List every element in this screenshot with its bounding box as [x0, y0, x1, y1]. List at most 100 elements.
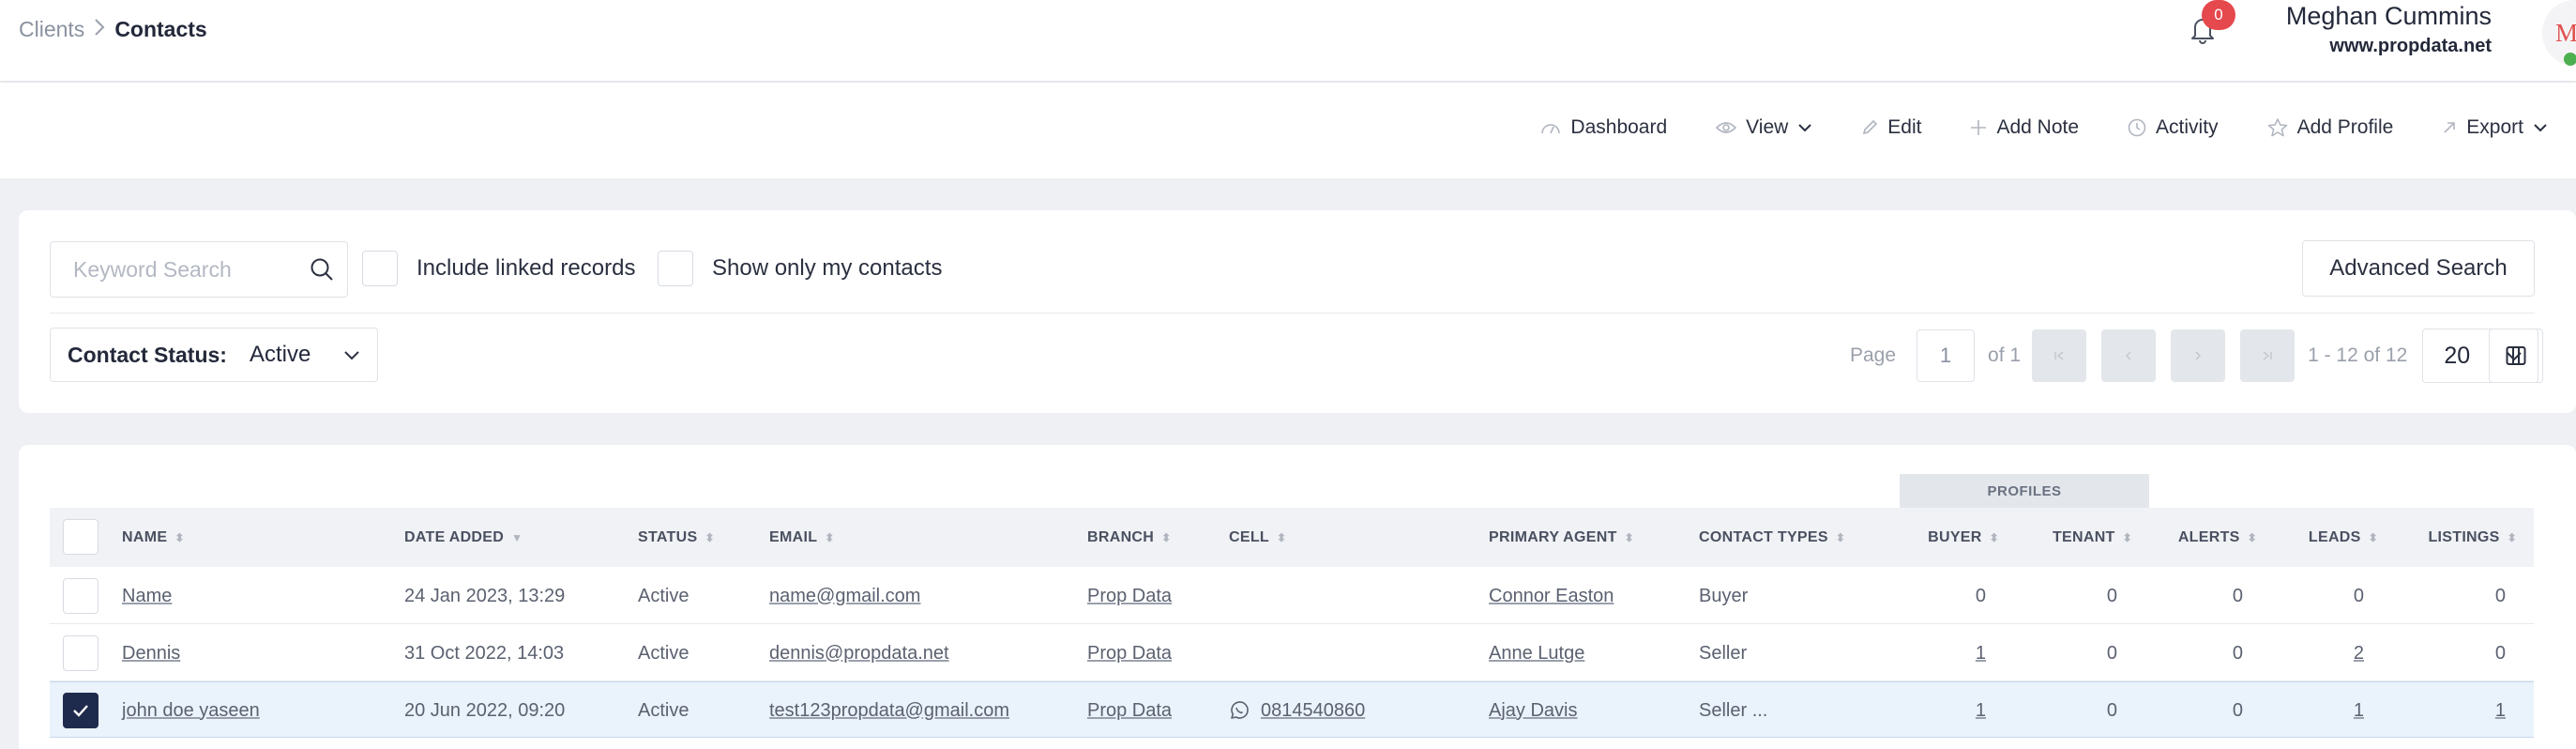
cell-number-link[interactable]: 0814540860 — [1261, 700, 1365, 722]
date-added: 20 Jun 2022, 09:20 — [404, 699, 566, 721]
row-checkbox[interactable] — [63, 635, 98, 671]
row-checkbox[interactable] — [63, 578, 98, 614]
include-linked-checkbox[interactable] — [362, 251, 398, 286]
sort-icon: ⬍ — [2247, 530, 2257, 544]
add-profile-button[interactable]: Add Profile — [2267, 116, 2393, 139]
buyer-count-link[interactable]: 1 — [1870, 682, 1986, 739]
branch-link[interactable]: Prop Data — [1087, 568, 1172, 624]
branch-link[interactable]: Prop Data — [1087, 625, 1172, 681]
column-header-contact-types[interactable]: CONTACT TYPES ⬍ — [1699, 508, 1845, 567]
contact-name-link[interactable]: Dennis — [122, 625, 180, 681]
table-row-selected[interactable]: john doe yaseen 20 Jun 2022, 09:20 Activ… — [50, 681, 2534, 738]
chevron-down-icon — [2534, 124, 2547, 132]
search-icon[interactable] — [310, 257, 334, 282]
column-header-primary-agent[interactable]: PRIMARY AGENT ⬍ — [1489, 508, 1634, 567]
status: Active — [638, 699, 689, 721]
email-link[interactable]: test123propdata@gmail.com — [769, 682, 1009, 739]
last-page-button[interactable] — [2240, 329, 2296, 382]
tenant-count: 0 — [2106, 642, 2117, 664]
view-button[interactable]: View — [1716, 116, 1812, 139]
page-label: Page — [1850, 344, 1897, 366]
chevron-down-icon — [1798, 124, 1812, 132]
edit-button[interactable]: Edit — [1861, 116, 1921, 139]
search-input[interactable] — [73, 256, 298, 283]
chevron-right-icon — [94, 18, 105, 42]
edit-label: Edit — [1887, 116, 1922, 138]
chevron-down-icon — [344, 350, 359, 359]
contact-types: Buyer — [1699, 585, 1749, 606]
only-mine-checkbox[interactable] — [658, 251, 693, 286]
alerts-count: 0 — [2232, 699, 2243, 721]
breadcrumb-current: Contacts — [114, 17, 207, 41]
sort-icon: ⬍ — [825, 530, 835, 544]
date-added: 31 Oct 2022, 14:03 — [404, 642, 565, 664]
column-header-date-added[interactable]: DATE ADDED ▼ — [404, 508, 523, 567]
column-header-email[interactable]: EMAIL ⬍ — [769, 508, 835, 567]
column-header-name[interactable]: NAME ⬍ — [122, 508, 185, 567]
top-header: Clients Contacts 0 Meghan Cummins www.pr… — [0, 0, 2576, 81]
email-link[interactable]: name@gmail.com — [769, 568, 920, 624]
dashboard-label: Dashboard — [1570, 116, 1668, 138]
branch-link[interactable]: Prop Data — [1087, 682, 1172, 739]
dashboard-button[interactable]: Dashboard — [1540, 116, 1667, 139]
record-range: 1 - 12 of 12 — [2308, 344, 2408, 366]
leads-count: 0 — [2353, 585, 2364, 606]
column-header-cell[interactable]: CELL ⬍ — [1229, 508, 1286, 567]
contact-name-link[interactable]: Name — [122, 568, 172, 624]
sort-icon: ⬍ — [174, 530, 185, 544]
tenant-count: 0 — [2106, 585, 2117, 606]
export-button[interactable]: Export — [2442, 116, 2548, 139]
advanced-search-button[interactable]: Advanced Search — [2302, 240, 2535, 297]
whatsapp-icon[interactable] — [1229, 700, 1250, 721]
prev-page-button[interactable] — [2101, 329, 2157, 382]
column-header-branch[interactable]: BRANCH ⬍ — [1087, 508, 1172, 567]
column-header-buyer[interactable]: BUYER ⬍ — [1870, 508, 1999, 567]
pencil-icon — [1863, 119, 1878, 135]
column-header-leads[interactable]: LEADS ⬍ — [2259, 508, 2378, 567]
sort-icon: ⬍ — [2507, 530, 2517, 544]
column-header-status[interactable]: STATUS ⬍ — [638, 508, 715, 567]
view-label: View — [1746, 116, 1789, 138]
profiles-group-header: PROFILES — [1900, 474, 2149, 508]
activity-button[interactable]: Activity — [2128, 116, 2219, 139]
listings-count-link[interactable]: 1 — [2376, 682, 2506, 739]
column-header-listings[interactable]: LISTINGS ⬍ — [2376, 508, 2517, 567]
email-link[interactable]: dennis@propdata.net — [769, 625, 949, 681]
activity-label: Activity — [2156, 116, 2219, 138]
add-note-label: Add Note — [1996, 116, 2080, 138]
status: Active — [638, 642, 689, 664]
table-row[interactable]: Dennis 31 Oct 2022, 14:03 Active dennis@… — [50, 625, 2534, 681]
add-note-button[interactable]: Add Note — [1970, 116, 2079, 139]
breadcrumb: Clients Contacts — [19, 17, 207, 42]
select-all-checkbox[interactable] — [63, 519, 98, 555]
sort-icon: ⬍ — [2122, 530, 2132, 544]
contact-status-select[interactable]: Contact Status: Active — [50, 328, 378, 382]
row-checkbox-checked[interactable] — [63, 693, 98, 728]
first-page-button[interactable] — [2032, 329, 2087, 382]
user-site: www.propdata.net — [2329, 36, 2492, 56]
next-page-button[interactable] — [2171, 329, 2226, 382]
online-status-dot — [2564, 53, 2576, 66]
breadcrumb-clients-link[interactable]: Clients — [19, 17, 84, 42]
per-page-value: 20 — [2444, 342, 2471, 369]
leads-count-link[interactable]: 2 — [2259, 625, 2364, 681]
agent-link[interactable]: Connor Easton — [1489, 568, 1614, 624]
status: Active — [638, 585, 689, 606]
column-header-alerts[interactable]: ALERTS ⬍ — [2132, 508, 2257, 567]
buyer-count-link[interactable]: 1 — [1870, 625, 1986, 681]
chevron-right-icon — [2195, 351, 2202, 360]
leads-count-link[interactable]: 1 — [2259, 682, 2364, 739]
listings-count: 0 — [2494, 585, 2506, 606]
column-header-tenant[interactable]: TENANT ⬍ — [2001, 508, 2132, 567]
sort-icon: ⬍ — [1624, 530, 1635, 544]
agent-link[interactable]: Anne Lutge — [1489, 625, 1584, 681]
table-row[interactable]: Name 24 Jan 2023, 13:29 Active name@gmai… — [50, 568, 2534, 624]
page-number-input[interactable]: 1 — [1917, 329, 1976, 382]
only-mine-label: Show only my contacts — [712, 255, 943, 281]
include-linked-option: Include linked records — [362, 251, 635, 286]
columns-toggle-button[interactable] — [2489, 329, 2543, 383]
action-toolbar: Dashboard View Edit Add Note Activity Ad… — [0, 83, 2576, 178]
agent-link[interactable]: Ajay Davis — [1489, 682, 1577, 739]
contact-name-link[interactable]: john doe yaseen — [122, 682, 260, 739]
user-name[interactable]: Meghan Cummins — [2286, 2, 2492, 31]
